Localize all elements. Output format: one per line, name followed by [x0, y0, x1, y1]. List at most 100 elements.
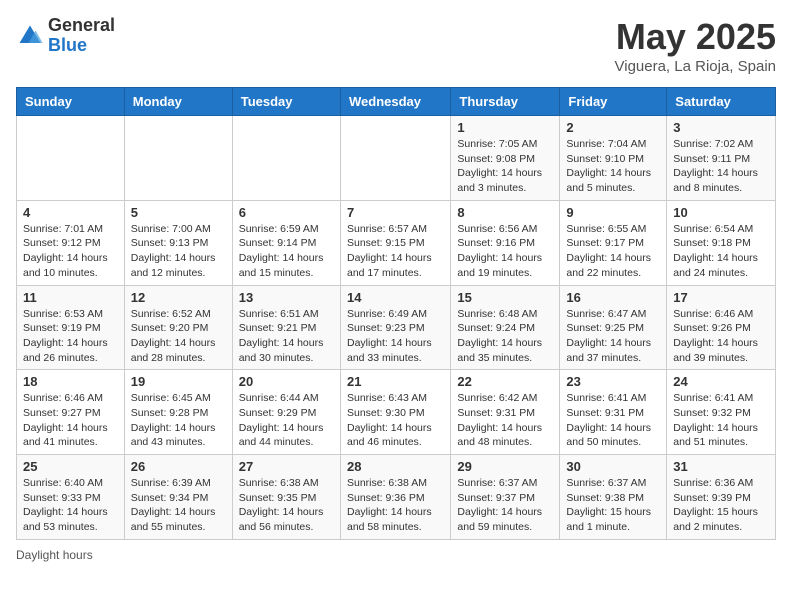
day-info: Sunrise: 6:41 AM Sunset: 9:32 PM Dayligh… [673, 391, 769, 450]
calendar-cell: 5 Sunrise: 7:00 AM Sunset: 9:13 PM Daylig… [124, 200, 232, 285]
calendar-cell: 24 Sunrise: 6:41 AM Sunset: 9:32 PM Dayli… [667, 370, 776, 455]
day-number: 26 [131, 459, 226, 474]
calendar-cell: 28 Sunrise: 6:38 AM Sunset: 9:36 PM Dayli… [340, 455, 450, 540]
day-number: 11 [23, 290, 118, 305]
calendar-cell: 11 Sunrise: 6:53 AM Sunset: 9:19 PM Dayli… [17, 285, 125, 370]
day-info: Sunrise: 7:00 AM Sunset: 9:13 PM Dayligh… [131, 222, 226, 281]
day-info: Sunrise: 6:40 AM Sunset: 9:33 PM Dayligh… [23, 476, 118, 535]
calendar-cell: 12 Sunrise: 6:52 AM Sunset: 9:20 PM Dayli… [124, 285, 232, 370]
title-block: May 2025 Viguera, La Rioja, Spain [615, 16, 777, 75]
day-info: Sunrise: 6:53 AM Sunset: 9:19 PM Dayligh… [23, 307, 118, 366]
calendar-cell: 17Sunrise: 6:46 AM Sunset: 9:26 PM Dayli… [667, 285, 776, 370]
day-info: Sunrise: 6:56 AM Sunset: 9:16 PM Dayligh… [457, 222, 553, 281]
day-info: Sunrise: 6:43 AM Sunset: 9:30 PM Dayligh… [347, 391, 444, 450]
calendar-cell: 13 Sunrise: 6:51 AM Sunset: 9:21 PM Dayli… [232, 285, 340, 370]
day-info: Sunrise: 6:46 AM Sunset: 9:26 PM Dayligh… [673, 307, 769, 366]
calendar-cell: 23Sunrise: 6:41 AM Sunset: 9:31 PM Dayli… [560, 370, 667, 455]
day-number: 16 [566, 290, 660, 305]
calendar-week-3: 11 Sunrise: 6:53 AM Sunset: 9:19 PM Dayli… [17, 285, 776, 370]
day-header-monday: Monday [124, 88, 232, 116]
day-number: 13 [239, 290, 334, 305]
day-number: 3 [673, 120, 769, 135]
calendar-week-1: 1 Sunrise: 7:05 AM Sunset: 9:08 PM Daylig… [17, 116, 776, 201]
calendar-cell: 6 Sunrise: 6:59 AM Sunset: 9:14 PM Daylig… [232, 200, 340, 285]
calendar-cell [232, 116, 340, 201]
calendar-cell [124, 116, 232, 201]
day-header-wednesday: Wednesday [340, 88, 450, 116]
day-header-thursday: Thursday [451, 88, 560, 116]
calendar-cell: 1 Sunrise: 7:05 AM Sunset: 9:08 PM Daylig… [451, 116, 560, 201]
day-number: 12 [131, 290, 226, 305]
calendar-location: Viguera, La Rioja, Spain [615, 58, 777, 75]
day-info: Sunrise: 6:38 AM Sunset: 9:35 PM Dayligh… [239, 476, 334, 535]
day-number: 19 [131, 374, 226, 389]
day-number: 21 [347, 374, 444, 389]
day-info: Sunrise: 6:49 AM Sunset: 9:23 PM Dayligh… [347, 307, 444, 366]
calendar-cell [340, 116, 450, 201]
day-number: 23 [566, 374, 660, 389]
logo: General Blue [16, 16, 115, 56]
calendar-week-4: 18 Sunrise: 6:46 AM Sunset: 9:27 PM Dayli… [17, 370, 776, 455]
calendar-cell: 9Sunrise: 6:55 AM Sunset: 9:17 PM Daylig… [560, 200, 667, 285]
calendar-cell: 16 Sunrise: 6:47 AM Sunset: 9:25 PM Dayli… [560, 285, 667, 370]
calendar-cell: 8 Sunrise: 6:56 AM Sunset: 9:16 PM Daylig… [451, 200, 560, 285]
day-info: Sunrise: 6:52 AM Sunset: 9:20 PM Dayligh… [131, 307, 226, 366]
day-info: Sunrise: 7:04 AM Sunset: 9:10 PM Dayligh… [566, 137, 660, 196]
day-number: 2 [566, 120, 660, 135]
calendar-table: SundayMondayTuesdayWednesdayThursdayFrid… [16, 87, 776, 540]
day-number: 24 [673, 374, 769, 389]
logo-blue-text: Blue [48, 35, 87, 55]
day-number: 18 [23, 374, 118, 389]
day-info: Sunrise: 6:37 AM Sunset: 9:38 PM Dayligh… [566, 476, 660, 535]
day-info: Sunrise: 6:37 AM Sunset: 9:37 PM Dayligh… [457, 476, 553, 535]
day-info: Sunrise: 7:02 AM Sunset: 9:11 PM Dayligh… [673, 137, 769, 196]
logo-icon [16, 22, 44, 50]
calendar-week-2: 4 Sunrise: 7:01 AM Sunset: 9:12 PM Daylig… [17, 200, 776, 285]
day-number: 10 [673, 205, 769, 220]
day-info: Sunrise: 6:39 AM Sunset: 9:34 PM Dayligh… [131, 476, 226, 535]
day-number: 28 [347, 459, 444, 474]
day-info: Sunrise: 7:01 AM Sunset: 9:12 PM Dayligh… [23, 222, 118, 281]
calendar-cell: 27Sunrise: 6:38 AM Sunset: 9:35 PM Dayli… [232, 455, 340, 540]
day-info: Sunrise: 6:44 AM Sunset: 9:29 PM Dayligh… [239, 391, 334, 450]
calendar-cell: 26 Sunrise: 6:39 AM Sunset: 9:34 PM Dayli… [124, 455, 232, 540]
calendar-cell: 14Sunrise: 6:49 AM Sunset: 9:23 PM Dayli… [340, 285, 450, 370]
calendar-cell: 7Sunrise: 6:57 AM Sunset: 9:15 PM Daylig… [340, 200, 450, 285]
day-number: 22 [457, 374, 553, 389]
calendar-cell: 21 Sunrise: 6:43 AM Sunset: 9:30 PM Dayli… [340, 370, 450, 455]
footer: Daylight hours [16, 548, 776, 562]
calendar-cell: 15Sunrise: 6:48 AM Sunset: 9:24 PM Dayli… [451, 285, 560, 370]
day-number: 5 [131, 205, 226, 220]
day-number: 8 [457, 205, 553, 220]
calendar-cell: 31Sunrise: 6:36 AM Sunset: 9:39 PM Dayli… [667, 455, 776, 540]
day-number: 9 [566, 205, 660, 220]
calendar-cell: 10Sunrise: 6:54 AM Sunset: 9:18 PM Dayli… [667, 200, 776, 285]
day-number: 6 [239, 205, 334, 220]
day-info: Sunrise: 7:05 AM Sunset: 9:08 PM Dayligh… [457, 137, 553, 196]
day-header-tuesday: Tuesday [232, 88, 340, 116]
calendar-cell: 25Sunrise: 6:40 AM Sunset: 9:33 PM Dayli… [17, 455, 125, 540]
calendar-cell: 3 Sunrise: 7:02 AM Sunset: 9:11 PM Daylig… [667, 116, 776, 201]
day-number: 7 [347, 205, 444, 220]
calendar-title: May 2025 [615, 16, 777, 58]
day-number: 29 [457, 459, 553, 474]
calendar-cell: 4 Sunrise: 7:01 AM Sunset: 9:12 PM Daylig… [17, 200, 125, 285]
daylight-hours-label: Daylight hours [16, 548, 93, 562]
calendar-cell: 20Sunrise: 6:44 AM Sunset: 9:29 PM Dayli… [232, 370, 340, 455]
day-info: Sunrise: 6:59 AM Sunset: 9:14 PM Dayligh… [239, 222, 334, 281]
calendar-cell: 18 Sunrise: 6:46 AM Sunset: 9:27 PM Dayli… [17, 370, 125, 455]
day-info: Sunrise: 6:51 AM Sunset: 9:21 PM Dayligh… [239, 307, 334, 366]
day-number: 1 [457, 120, 553, 135]
day-info: Sunrise: 6:48 AM Sunset: 9:24 PM Dayligh… [457, 307, 553, 366]
calendar-cell: 19Sunrise: 6:45 AM Sunset: 9:28 PM Dayli… [124, 370, 232, 455]
logo-text: General Blue [48, 16, 115, 56]
day-info: Sunrise: 6:46 AM Sunset: 9:27 PM Dayligh… [23, 391, 118, 450]
calendar-week-5: 25Sunrise: 6:40 AM Sunset: 9:33 PM Dayli… [17, 455, 776, 540]
day-number: 30 [566, 459, 660, 474]
day-info: Sunrise: 6:38 AM Sunset: 9:36 PM Dayligh… [347, 476, 444, 535]
calendar-cell: 2 Sunrise: 7:04 AM Sunset: 9:10 PM Daylig… [560, 116, 667, 201]
day-info: Sunrise: 6:42 AM Sunset: 9:31 PM Dayligh… [457, 391, 553, 450]
page-header: General Blue May 2025 Viguera, La Rioja,… [16, 16, 776, 75]
day-number: 4 [23, 205, 118, 220]
day-info: Sunrise: 6:47 AM Sunset: 9:25 PM Dayligh… [566, 307, 660, 366]
